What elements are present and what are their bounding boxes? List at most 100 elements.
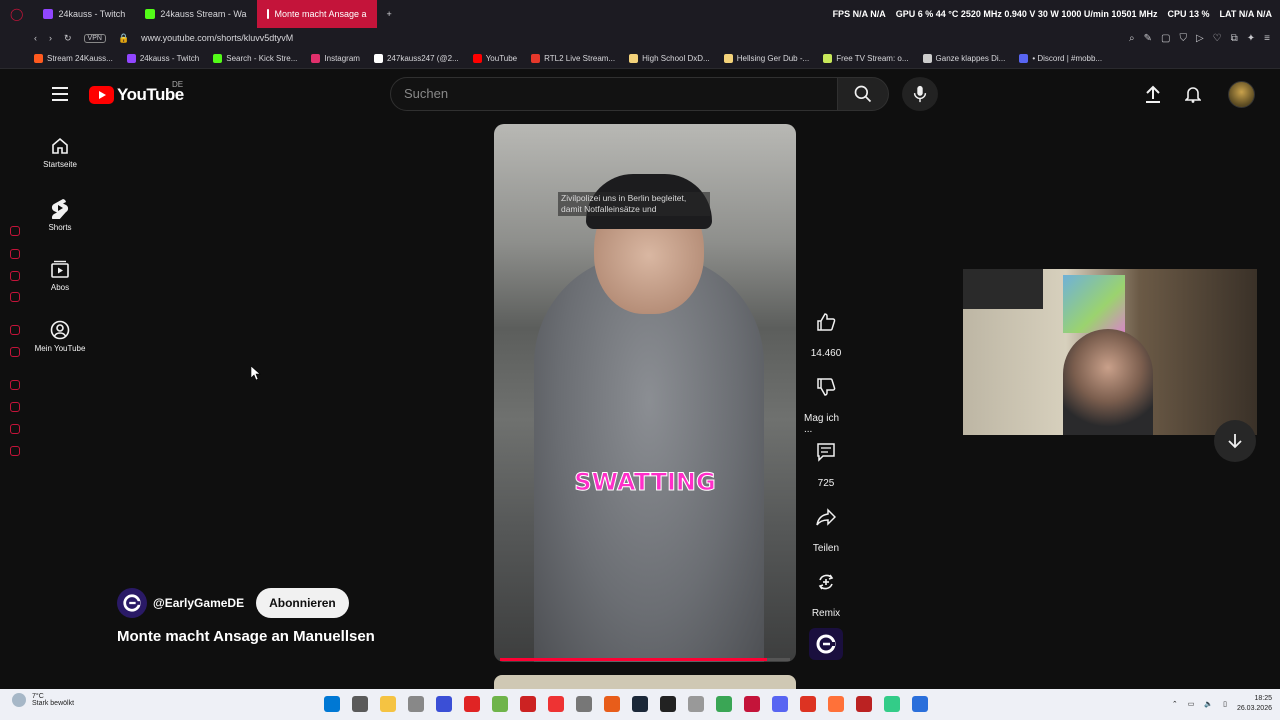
clock[interactable]: 18:25 26.03.2026: [1237, 694, 1272, 714]
weather-widget[interactable]: 7°C Stark bewölkt: [12, 693, 74, 707]
channel-avatar[interactable]: [117, 588, 147, 618]
sidebar-app-icon[interactable]: [10, 347, 20, 357]
snapshot-icon[interactable]: ▢: [1161, 33, 1170, 44]
bookmark-item[interactable]: • Discord | #mobb...: [1019, 53, 1102, 63]
bookmark-item[interactable]: Ganze klappes Di...: [922, 53, 1005, 63]
bookmark-item[interactable]: High School DxD...: [629, 53, 710, 63]
vpn-badge[interactable]: VPN: [83, 33, 106, 43]
sidebar-app-icon[interactable]: [10, 226, 20, 236]
tab-kick[interactable]: 24kauss Stream - Wa: [135, 0, 256, 28]
channel-logo-thumb[interactable]: [809, 628, 843, 660]
bookmark-item[interactable]: Hellsing Ger Dub -...: [723, 53, 809, 63]
news-app-icon[interactable]: [520, 696, 536, 712]
forward-icon[interactable]: ›: [49, 33, 52, 43]
tab-youtube-active[interactable]: Monte macht Ansage a: [256, 0, 377, 28]
next-short-button[interactable]: [1214, 420, 1256, 462]
voice-search-button[interactable]: [902, 77, 938, 111]
browser-menu-icon[interactable]: ≡: [1264, 33, 1270, 44]
target-app-icon[interactable]: [576, 696, 592, 712]
sidebar-app-icon[interactable]: [10, 325, 20, 335]
opera-icon[interactable]: [744, 696, 760, 712]
settings-icon[interactable]: [688, 696, 704, 712]
hamburger-menu-icon[interactable]: [52, 87, 68, 101]
url-field[interactable]: www.youtube.com/shorts/kluvv5dtyvM: [141, 33, 293, 43]
game-icon[interactable]: [604, 696, 620, 712]
bookmark-item[interactable]: RTL2 Live Stream...: [531, 53, 615, 63]
heart-icon[interactable]: ♡: [1213, 33, 1222, 44]
upload-button[interactable]: [1143, 84, 1163, 104]
account-avatar[interactable]: [1228, 81, 1255, 108]
sidebar-app-icon[interactable]: [10, 424, 20, 434]
red-app-icon[interactable]: [464, 696, 480, 712]
tray-expand-icon[interactable]: ⌃: [1172, 700, 1178, 708]
tab-twitch[interactable]: 24kauss - Twitch: [33, 0, 135, 28]
network-icon[interactable]: ▭: [1188, 700, 1195, 708]
terminal-icon[interactable]: [660, 696, 676, 712]
sidebar-item-shorts[interactable]: Shorts: [30, 197, 90, 232]
share-button[interactable]: Teilen: [804, 497, 848, 554]
discord-icon[interactable]: [772, 696, 788, 712]
reload-icon[interactable]: ↻: [64, 33, 72, 44]
like-button[interactable]: 14.460: [804, 302, 848, 359]
volume-icon[interactable]: 🔈: [1204, 700, 1213, 708]
mouse-app-icon[interactable]: [408, 696, 424, 712]
battery-icon[interactable]: ▯: [1223, 700, 1227, 708]
calculator-icon[interactable]: [352, 696, 368, 712]
sidebar-item-home[interactable]: Startseite: [30, 136, 90, 169]
bookmark-item[interactable]: YouTube: [472, 53, 517, 63]
bookmark-item[interactable]: 247kauss247 (@2...: [373, 53, 459, 63]
opera-menu-button[interactable]: ◯: [0, 0, 33, 28]
sidebar-app-icon[interactable]: [10, 271, 20, 281]
sidebar-app-icon[interactable]: [10, 292, 20, 302]
youtube-logo[interactable]: YouTube DE: [89, 80, 184, 105]
search-input[interactable]: Suchen: [390, 77, 838, 111]
recorder-icon[interactable]: [548, 696, 564, 712]
zoom-icon[interactable]: ⌕: [1129, 33, 1135, 44]
extensions-icon[interactable]: ⧉: [1231, 33, 1238, 44]
app-tile-icon[interactable]: [856, 696, 872, 712]
remix-button[interactable]: Remix: [804, 562, 848, 619]
windows-start-icon[interactable]: [324, 696, 340, 712]
bookmark-item[interactable]: Instagram: [311, 53, 360, 63]
steam-icon[interactable]: [632, 696, 648, 712]
bookmark-favicon-icon: [531, 53, 541, 63]
minecraft-icon[interactable]: [492, 696, 508, 712]
sidebar-app-icon[interactable]: [10, 446, 20, 456]
shield-icon[interactable]: ⛉: [1179, 33, 1187, 44]
shorts-icon: [51, 199, 69, 219]
vpn-app-icon[interactable]: [884, 696, 900, 712]
microphone-icon: [913, 85, 927, 103]
play-icon[interactable]: ▷: [1196, 33, 1204, 44]
v-app-icon[interactable]: [436, 696, 452, 712]
sidebar-app-icon[interactable]: [10, 402, 20, 412]
sidebar-item-subscriptions[interactable]: Abos: [30, 259, 90, 292]
bookmark-item[interactable]: Stream 24Kauss...: [34, 53, 113, 63]
next-short-preview[interactable]: [494, 675, 796, 689]
red-feather-icon[interactable]: [800, 696, 816, 712]
notifications-button[interactable]: [1183, 84, 1203, 104]
bookmark-item[interactable]: Search - Kick Stre...: [213, 53, 297, 63]
subscribe-button[interactable]: Abonnieren: [256, 588, 349, 618]
bookmark-item[interactable]: Free TV Stream: o...: [823, 53, 909, 63]
sidebar-item-my-youtube[interactable]: Mein YouTube: [30, 320, 90, 353]
sidebar-app-icon[interactable]: [10, 380, 20, 390]
short-video-player[interactable]: Zivilpolizei uns in Berlin begleitet, da…: [494, 124, 796, 662]
short-title[interactable]: Monte macht Ansage an Manuellsen: [117, 628, 375, 645]
pin-icon[interactable]: ✎: [1144, 33, 1152, 44]
video-progress-bar[interactable]: [500, 658, 790, 661]
twitch-icon: [43, 9, 54, 19]
dislike-button[interactable]: Mag ich ...: [804, 367, 848, 435]
comments-button[interactable]: 725: [804, 432, 848, 489]
sidebar-app-icon[interactable]: [10, 249, 20, 259]
ai-icon[interactable]: ✦: [1247, 33, 1255, 44]
search-button[interactable]: [837, 77, 889, 111]
thumbs-down-icon: [817, 378, 836, 396]
file-explorer-icon[interactable]: [380, 696, 396, 712]
back-icon[interactable]: ‹: [34, 33, 37, 43]
editor-app-icon[interactable]: [912, 696, 928, 712]
bookmark-item[interactable]: 24kauss - Twitch: [126, 53, 199, 63]
channel-name[interactable]: @EarlyGameDE: [153, 596, 244, 610]
firefox-icon[interactable]: [828, 696, 844, 712]
chrome-icon[interactable]: [716, 696, 732, 712]
new-tab-button[interactable]: +: [377, 0, 402, 28]
